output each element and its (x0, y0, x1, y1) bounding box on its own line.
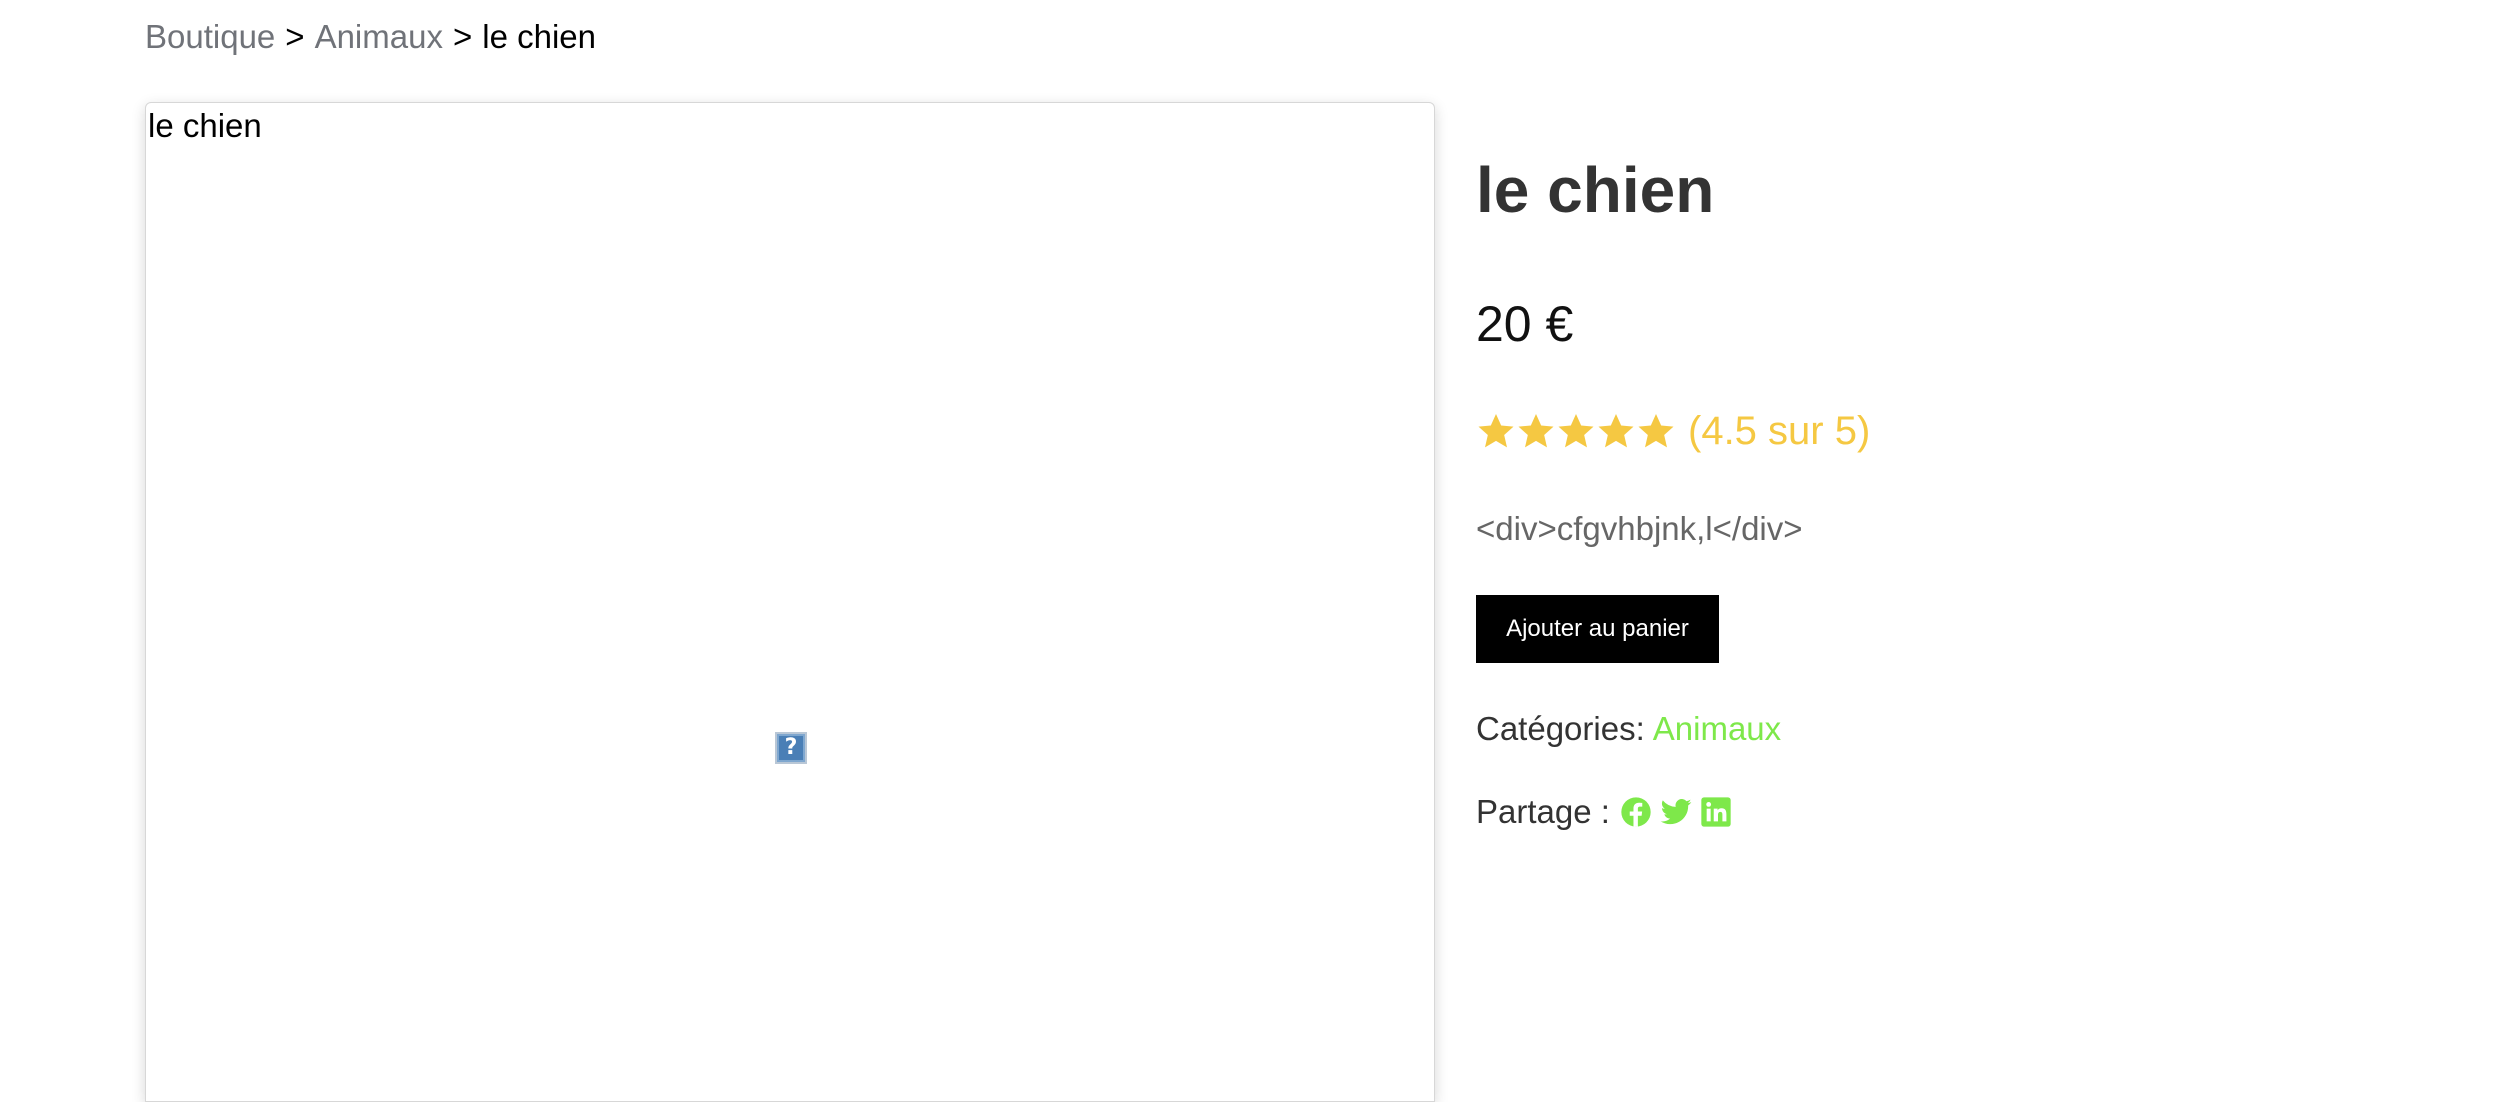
product-description: <div>cfgvhbjnk,l</div> (1476, 510, 1803, 547)
breadcrumb-current: le chien (482, 18, 596, 55)
rating-stars (1476, 411, 1676, 451)
twitter-icon[interactable] (1660, 796, 1692, 828)
product-image-frame: le chien ? (145, 102, 1435, 1102)
linkedin-icon[interactable] (1700, 796, 1732, 828)
star-icon (1556, 411, 1596, 451)
star-icon (1636, 411, 1676, 451)
share-icons (1620, 796, 1732, 828)
breadcrumb-link-animaux[interactable]: Animaux (315, 18, 443, 55)
star-icon (1476, 411, 1516, 451)
add-to-cart-button[interactable]: Ajouter au panier (1476, 595, 1719, 663)
product-title: le chien (1476, 154, 1715, 226)
star-icon (1596, 411, 1636, 451)
rating-label: (4.5 sur 5) (1688, 409, 1871, 453)
product-categories: Catégories: Animaux (1476, 706, 1781, 752)
breadcrumb-separator: > (452, 18, 473, 55)
broken-image-icon: ? (775, 732, 807, 764)
facebook-icon[interactable] (1620, 796, 1652, 828)
breadcrumb: Boutique > Animaux > le chien (145, 14, 596, 60)
product-image-alt-text: le chien (148, 107, 262, 144)
star-icon (1516, 411, 1556, 451)
breadcrumb-separator: > (285, 18, 305, 55)
category-link-animaux[interactable]: Animaux (1653, 710, 1781, 747)
product-rating: (4.5 sur 5) (1476, 405, 1870, 457)
breadcrumb-link-boutique[interactable]: Boutique (145, 18, 275, 55)
share-row: Partage : (1476, 789, 1732, 835)
categories-label: Catégories: (1476, 710, 1645, 747)
share-label: Partage : (1476, 793, 1610, 830)
product-price: 20 € (1476, 296, 1574, 352)
